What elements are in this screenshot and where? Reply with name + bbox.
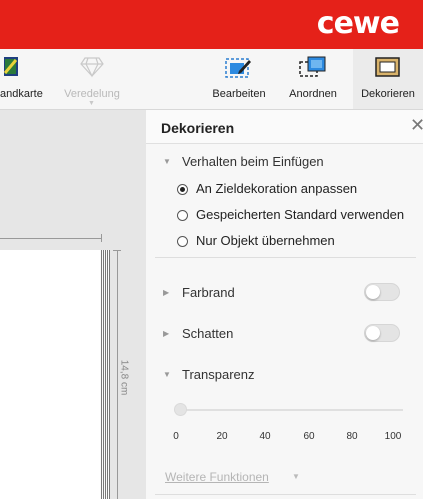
horizontal-ruler [0,238,102,239]
section-color-edge[interactable]: ▶ Farbrand [163,284,235,300]
section-insert-behavior-label: Verhalten beim Einfügen [182,154,324,170]
toolbar-label-map: andkarte [0,88,43,100]
decorate-frame-icon [374,56,402,83]
slider-tick-label: 0 [173,431,179,442]
radio-use-saved-default[interactable]: Gespeicherten Standard verwenden [177,207,404,222]
toolbar-item-map[interactable]: andkarte [0,49,47,109]
triangle-right-icon: ▶ [163,329,170,339]
section-divider [155,257,416,258]
diamond-icon [80,56,104,81]
triangle-down-icon: ▼ [163,370,171,380]
slider-tick-label: 100 [384,431,402,442]
transparency-slider-track[interactable] [175,409,403,411]
radio-label: Nur Objekt übernehmen [196,233,335,248]
section-color-edge-label: Farbrand [182,285,235,301]
shadow-toggle[interactable] [364,324,400,342]
toolbar-item-decorate[interactable]: Dekorieren [353,49,423,109]
cewe-logo: cewe [316,6,400,41]
toolbar-label-refinement: Veredelung [64,88,120,100]
slider-tick-label: 40 [259,431,271,442]
radio-button[interactable] [177,210,188,221]
chevron-down-icon: ▼ [88,100,95,107]
radio-label: Gespeicherten Standard verwenden [196,207,405,222]
transparency-slider-handle[interactable] [174,403,187,416]
toolbar-label-edit: Bearbeiten [212,88,266,100]
toolbar-item-edit[interactable]: Bearbeiten [206,49,272,109]
toolbar: andkarte Veredelung ▼ Bearbeiten Anordne… [0,49,423,110]
panel-title: Dekorieren [161,120,235,136]
section-shadow[interactable]: ▶ Schatten [163,325,233,341]
horizontal-ruler-tick [101,234,102,242]
more-functions-link[interactable]: Weitere Funktionen [165,470,269,484]
radio-button[interactable] [177,236,188,247]
toolbar-item-refinement[interactable]: Veredelung ▼ [62,49,122,109]
toolbar-label-arrange: Anordnen [289,88,337,100]
triangle-down-icon: ▼ [163,157,171,167]
toolbar-item-arrange[interactable]: Anordnen [282,49,344,109]
slider-tick-label: 80 [346,431,358,442]
section-insert-behavior[interactable]: ▼ Verhalten beim Einfügen [163,153,324,169]
arrange-icon [299,56,327,83]
close-icon[interactable]: ✕ [410,115,423,136]
section-transparency-label: Transparenz [182,367,255,383]
slider-tick-label: 20 [216,431,228,442]
map-icon [3,57,18,80]
chevron-down-icon[interactable]: ▼ [292,472,300,481]
color-edge-toggle[interactable] [364,283,400,301]
toolbar-label-decorate: Dekorieren [361,88,415,100]
section-shadow-label: Schatten [182,326,234,342]
triangle-right-icon: ▶ [163,288,170,298]
slider-tick-label: 60 [303,431,315,442]
ruler-dimension-label: 14,8 cm [118,359,130,396]
vertical-ruler-tick [113,250,121,251]
radio-adapt-target[interactable]: An Zieldekoration anpassen [177,181,357,196]
radio-label: An Zieldekoration anpassen [196,181,358,196]
section-divider [155,494,416,495]
edit-icon [225,56,253,83]
section-transparency[interactable]: ▼ Transparenz [163,366,255,382]
radio-button-checked[interactable] [177,184,188,195]
page-stack-edge [100,250,110,499]
radio-object-only[interactable]: Nur Objekt übernehmen [177,233,335,248]
photo-page[interactable] [0,250,101,499]
